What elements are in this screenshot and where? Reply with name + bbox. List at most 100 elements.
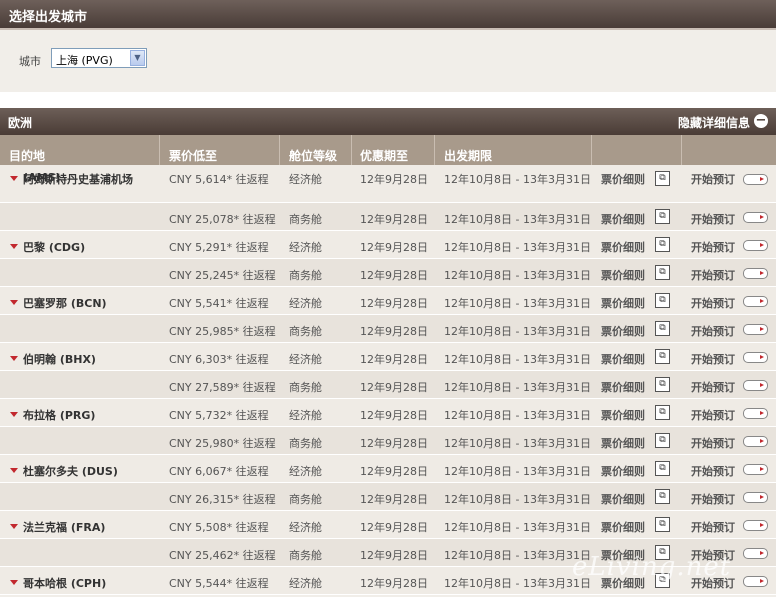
popup-window-icon[interactable]: ⧉	[655, 405, 670, 420]
popup-window-icon[interactable]: ⧉	[655, 433, 670, 448]
book-now-link[interactable]: 开始预订	[691, 435, 735, 451]
popup-window-icon[interactable]: ⧉	[655, 517, 670, 532]
book-now-link[interactable]: 开始预订	[691, 519, 735, 535]
travel-period: 12年10月8日 - 13年3月31日	[444, 409, 591, 422]
popup-window-icon[interactable]: ⧉	[655, 349, 670, 364]
popup-window-icon[interactable]: ⧉	[655, 489, 670, 504]
fare-rules-link[interactable]: 票价细则	[601, 211, 645, 227]
arrow-right-button-icon[interactable]	[743, 436, 768, 447]
arrow-right-button-icon[interactable]	[743, 408, 768, 419]
column-divider	[591, 135, 592, 165]
arrow-right-button-icon[interactable]	[743, 296, 768, 307]
red-triangle-down-icon[interactable]	[10, 300, 18, 305]
red-triangle-down-icon[interactable]	[10, 244, 18, 249]
book-now-link[interactable]: 开始预订	[691, 379, 735, 395]
popup-window-icon[interactable]: ⧉	[655, 377, 670, 392]
popup-window-icon[interactable]: ⧉	[655, 237, 670, 252]
arrow-right-button-icon[interactable]	[743, 520, 768, 531]
popup-window-icon[interactable]: ⧉	[655, 265, 670, 280]
page-title-bar: 选择出发城市	[0, 0, 776, 30]
fare-rules-link[interactable]: 票价细则	[601, 295, 645, 311]
book-now-link[interactable]: 开始预订	[691, 295, 735, 311]
red-triangle-down-icon[interactable]	[10, 176, 18, 181]
popup-window-icon[interactable]: ⧉	[655, 209, 670, 224]
book-now-link[interactable]: 开始预订	[691, 351, 735, 367]
destination-name[interactable]: 巴塞罗那 (BCN)	[23, 295, 107, 311]
arrow-right-button-icon[interactable]	[743, 324, 768, 335]
travel-period: 12年10月8日 - 13年3月31日	[444, 213, 591, 226]
red-triangle-down-icon[interactable]	[10, 412, 18, 417]
arrow-right-button-icon[interactable]	[743, 240, 768, 251]
arrow-right-button-icon[interactable]	[743, 174, 768, 185]
destination-name[interactable]: 法兰克福 (FRA)	[23, 519, 105, 535]
arrow-right-button-icon[interactable]	[743, 268, 768, 279]
popup-window-icon[interactable]: ⧉	[655, 293, 670, 308]
cabin-class: 商务舱	[289, 493, 322, 506]
fare-price: CNY 27,589* 往返程	[169, 381, 276, 394]
fare-rules-link[interactable]: 票价细则	[601, 379, 645, 395]
destination-name[interactable]: 杜塞尔多夫 (DUS)	[23, 463, 118, 479]
red-triangle-down-icon[interactable]	[10, 356, 18, 361]
book-now-link[interactable]: 开始预订	[691, 239, 735, 255]
fare-rules-link[interactable]: 票价细则	[601, 239, 645, 255]
arrow-right-button-icon[interactable]	[743, 352, 768, 363]
chevron-down-icon[interactable]: ▼	[130, 50, 145, 66]
cabin-class: 经济舱	[289, 297, 322, 310]
cabin-class: 商务舱	[289, 325, 322, 338]
promo-end-date: 12年9月28日	[360, 521, 428, 534]
destination-name[interactable]: 布拉格 (PRG)	[23, 407, 95, 423]
arrow-right-button-icon[interactable]	[743, 576, 768, 587]
promo-end-date: 12年9月28日	[360, 437, 428, 450]
arrow-right-button-icon[interactable]	[743, 212, 768, 223]
fare-price: CNY 5,614* 往返程	[169, 173, 269, 186]
cabin-class: 商务舱	[289, 213, 322, 226]
fare-rules-link[interactable]: 票价细则	[601, 351, 645, 367]
city-select[interactable]: 上海 (PVG) ▼	[51, 48, 147, 68]
destination-name[interactable]: 巴黎 (CDG)	[23, 239, 85, 255]
destination-name[interactable]: 哥本哈根 (CPH)	[23, 575, 106, 591]
travel-period: 12年10月8日 - 13年3月31日	[444, 325, 591, 338]
popup-window-icon[interactable]: ⧉	[655, 321, 670, 336]
fare-rules-link[interactable]: 票价细则	[601, 323, 645, 339]
book-now-link[interactable]: 开始预订	[691, 323, 735, 339]
fare-rules-link[interactable]: 票价细则	[601, 491, 645, 507]
fare-rules-link[interactable]: 票价细则	[601, 463, 645, 479]
column-header-destination: 目的地	[9, 149, 46, 163]
fare-rules-link[interactable]: 票价细则	[601, 171, 645, 187]
city-select-value: 上海 (PVG)	[56, 54, 113, 67]
red-triangle-down-icon[interactable]	[10, 580, 18, 585]
red-triangle-down-icon[interactable]	[10, 524, 18, 529]
fare-rules-link[interactable]: 票价细则	[601, 519, 645, 535]
book-now-link[interactable]: 开始预订	[691, 407, 735, 423]
arrow-right-button-icon[interactable]	[743, 464, 768, 475]
red-triangle-down-icon[interactable]	[10, 468, 18, 473]
book-now-link[interactable]: 开始预订	[691, 171, 735, 187]
book-now-link[interactable]: 开始预订	[691, 491, 735, 507]
promo-end-date: 12年9月28日	[360, 213, 428, 226]
fare-rules-link[interactable]: 票价细则	[601, 435, 645, 451]
table-row: 阿姆斯特丹史基浦机场 (AMS) CNY 5,614* 往返程 经济舱 12年9月28日…	[0, 165, 776, 203]
popup-window-icon[interactable]: ⧉	[655, 171, 670, 186]
fare-rules-link[interactable]: 票价细则	[601, 267, 645, 283]
popup-window-icon[interactable]: ⧉	[655, 461, 670, 476]
fare-rules-link[interactable]: 票价细则	[601, 407, 645, 423]
destination-code[interactable]: (AMS)	[23, 171, 60, 184]
column-header-promo: 优惠期至	[360, 149, 409, 163]
promo-end-date: 12年9月28日	[360, 241, 428, 254]
arrow-right-button-icon[interactable]	[743, 380, 768, 391]
table-row: 杜塞尔多夫 (DUS) CNY 6,067* 往返程 经济舱 12年9月28日 12年1…	[0, 455, 776, 483]
minus-circle-icon[interactable]: −	[754, 114, 768, 128]
arrow-right-button-icon[interactable]	[743, 492, 768, 503]
fare-price: CNY 25,078* 往返程	[169, 213, 276, 226]
book-now-link[interactable]: 开始预订	[691, 463, 735, 479]
destination-name[interactable]: 伯明翰 (BHX)	[23, 351, 96, 367]
book-now-link[interactable]: 开始预订	[691, 267, 735, 283]
table-row: CNY 25,245* 往返程 商务舱 12年9月28日 12年10月8日 - 13年…	[0, 259, 776, 287]
arrow-right-button-icon[interactable]	[743, 548, 768, 559]
travel-period: 12年10月8日 - 13年3月31日	[444, 493, 591, 506]
promo-end-date: 12年9月28日	[360, 493, 428, 506]
hide-details-link[interactable]: 隐藏详细信息	[678, 114, 750, 131]
book-now-link[interactable]: 开始预订	[691, 211, 735, 227]
column-header-cabin: 舱位等级	[289, 149, 338, 163]
city-panel: 城市 上海 (PVG) ▼	[0, 30, 776, 92]
